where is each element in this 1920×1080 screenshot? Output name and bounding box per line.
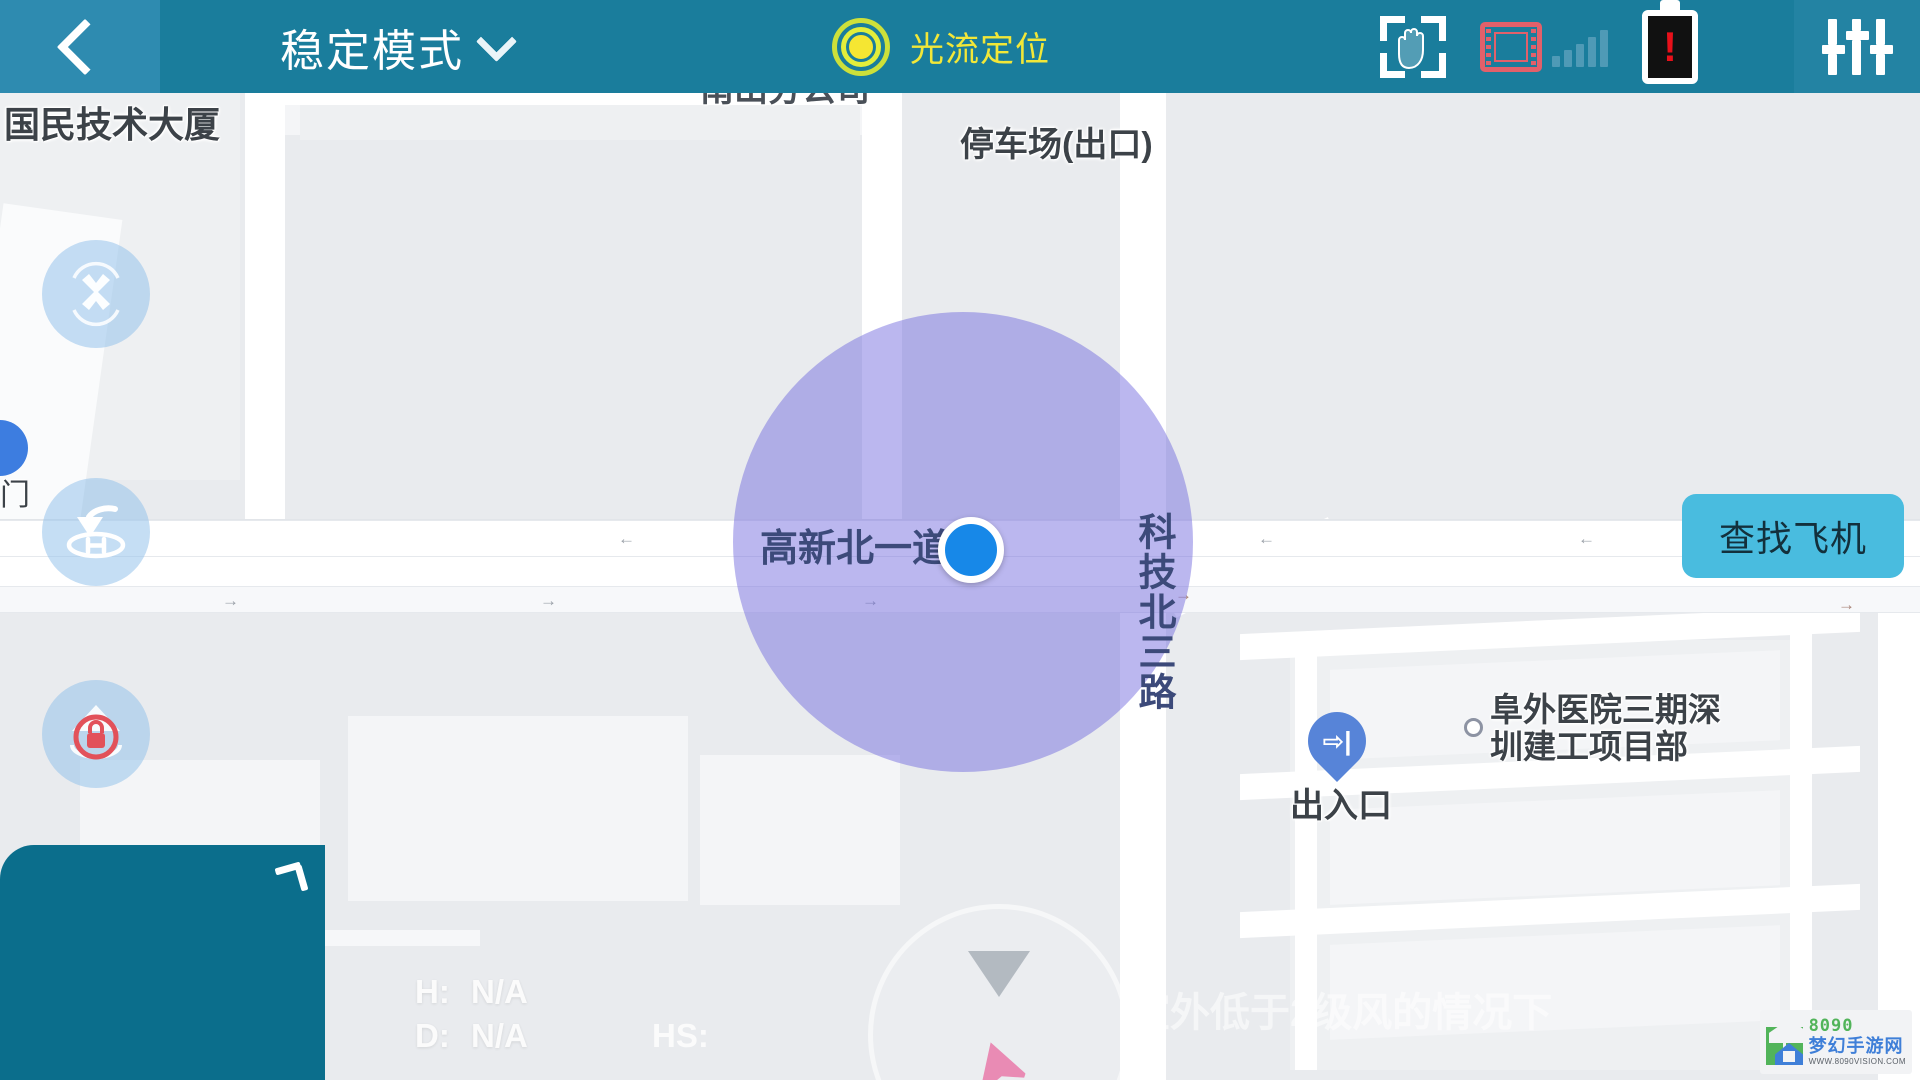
telemetry-readout: H: N/A D: N/A (415, 970, 528, 1058)
top-status-bar: 稳定模式 光流定位 ! (0, 0, 1920, 93)
takeoff-button[interactable] (42, 240, 150, 348)
map-block (700, 755, 900, 905)
compass-aircraft-marker (965, 1034, 1033, 1080)
find-aircraft-button[interactable]: 查找飞机 (1682, 494, 1904, 578)
status-icon-group: ! (1380, 0, 1920, 93)
watermark-brand: 8090 (1808, 1016, 1854, 1036)
gesture-capture-icon (1380, 15, 1446, 78)
wind-tip-text: 室外低于2级风的情况下 (1130, 991, 1553, 1035)
telemetry-key: D: (415, 1016, 450, 1054)
sliders-settings-icon (1822, 18, 1893, 75)
app-root: ← ← ← ← → → → → → 国民技术大厦 南山分公司 停车场(出口) 高… (0, 0, 1920, 1080)
flight-mode-label: 稳定模式 (280, 26, 464, 76)
map-label-entrance: 出入口 (1290, 787, 1392, 825)
video-film-icon (1480, 21, 1542, 72)
map-label-door: 门 (0, 479, 30, 512)
watermark-text: 8090 梦幻手游网 WWW.8090VISION.COM (1809, 1018, 1906, 1066)
telemetry-key: H: (415, 972, 450, 1010)
map-label-poi: 阜外医院三期深圳建工项目部 (1490, 691, 1721, 765)
hand-glyph (1398, 27, 1424, 69)
drone-takeoff-icon (72, 261, 120, 327)
watermark-name: 梦幻手游网 (1808, 1036, 1904, 1056)
landing-lock-icon (70, 705, 122, 760)
watermark: 8090 梦幻手游网 WWW.8090VISION.COM (1760, 1010, 1912, 1074)
return-to-home-button[interactable] (42, 478, 150, 586)
flight-mode-selector[interactable]: 稳定模式 (280, 15, 518, 79)
return-to-home-icon (66, 505, 126, 559)
map-label-building: 国民技术大厦 (4, 104, 221, 145)
positioning-status-label: 光流定位 (910, 31, 1050, 69)
road-segment (245, 75, 285, 535)
compass-fov-cone (968, 951, 1030, 997)
road-segment (1878, 580, 1920, 1080)
map-label-street-horizontal: 高新北一道 (760, 528, 951, 570)
back-button[interactable] (0, 0, 160, 93)
map-block (1330, 790, 1780, 905)
gesture-capture-button[interactable] (1380, 15, 1446, 78)
map-label-street-vertical: 科技北三路 (1132, 512, 1174, 712)
map-label-parking-exit: 停车场(出口) (960, 126, 1153, 164)
poi-marker-dot (1464, 718, 1483, 737)
chevron-down-icon (475, 20, 518, 63)
landing-lock-button[interactable] (42, 680, 150, 788)
signal-bars-icon (1552, 27, 1608, 67)
road-segment (1790, 620, 1812, 1070)
map-block (348, 716, 688, 901)
positioning-status: 光流定位 (832, 0, 1050, 93)
battery-indicator: ! (1642, 9, 1698, 84)
telemetry-value: N/A (471, 1016, 528, 1054)
watermark-logo-icon (1766, 1019, 1809, 1065)
battery-warning-glyph: ! (1663, 22, 1677, 70)
horizontal-speed-label: HS: (652, 1016, 709, 1054)
watermark-url: WWW.8090VISION.COM (1808, 1057, 1906, 1066)
telemetry-value: N/A (471, 972, 528, 1010)
expand-arrow-icon[interactable] (273, 861, 309, 895)
recording-indicator (1480, 21, 1608, 72)
entrance-pin-glyph: ⇨| (1322, 725, 1352, 756)
battery-critical-icon: ! (1642, 9, 1698, 84)
telemetry-row: D: N/A (415, 1014, 528, 1058)
find-aircraft-label: 查找飞机 (1718, 518, 1867, 559)
telemetry-row: H: N/A (415, 970, 528, 1014)
self-position-dot (938, 517, 1004, 583)
chevron-left-icon (56, 18, 114, 75)
fpv-preview-panel[interactable] (0, 845, 325, 1080)
settings-button[interactable] (1794, 0, 1920, 93)
optical-flow-rings-icon (832, 17, 890, 76)
